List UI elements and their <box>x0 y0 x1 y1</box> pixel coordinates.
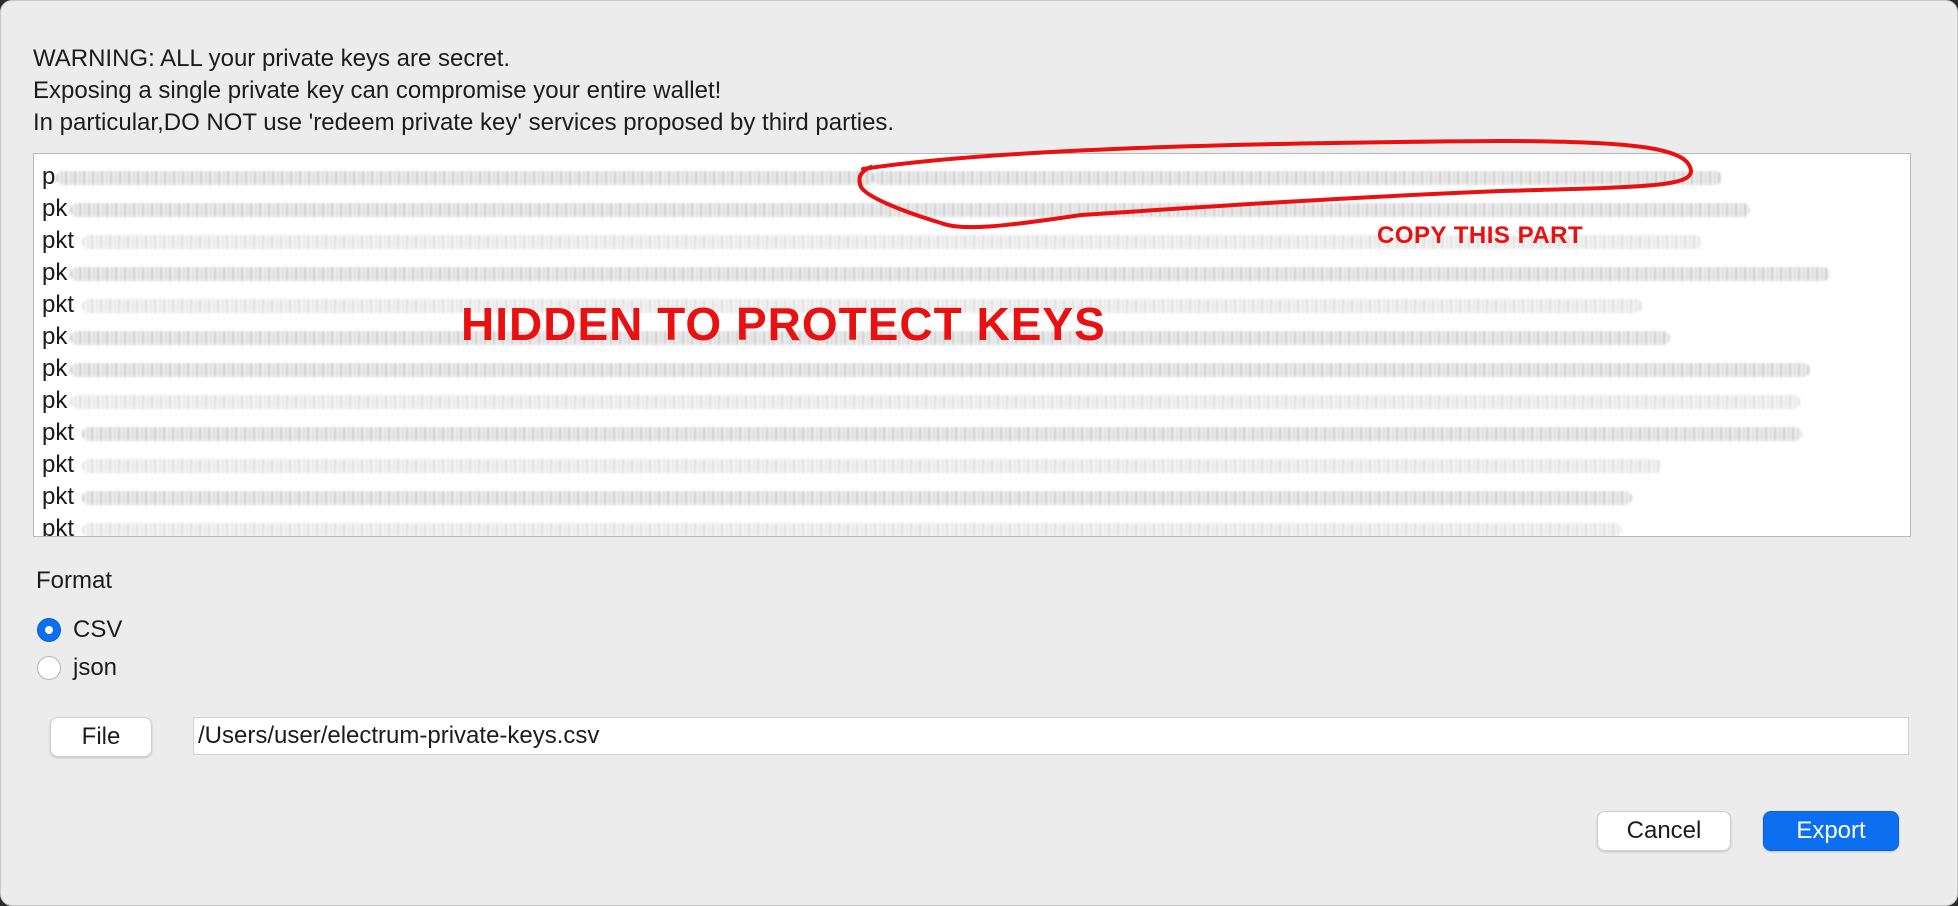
key-line: pk <box>42 355 1810 385</box>
key-line: p <box>42 163 1722 193</box>
file-path-field[interactable]: /Users/user/electrum-private-keys.csv <box>193 717 1909 755</box>
format-option-json[interactable]: json <box>37 653 117 683</box>
key-line: pkt <box>42 227 1702 257</box>
key-line: pk <box>42 259 1830 289</box>
key-line: pk <box>42 195 1750 225</box>
copy-part-annotation: COPY THIS PART <box>1377 222 1584 249</box>
key-line: pkt <box>42 483 1632 513</box>
warning-line-1: WARNING: ALL your private keys are secre… <box>33 45 511 72</box>
format-option-label: CSV <box>73 616 123 643</box>
hidden-keys-annotation: HIDDEN TO PROTECT KEYS <box>461 298 1106 350</box>
warning-line-3: In particular,DO NOT use 'redeem private… <box>33 109 895 136</box>
warning-line-2: Exposing a single private key can compro… <box>33 77 722 104</box>
format-label: Format <box>36 567 113 594</box>
format-option-csv[interactable]: CSV <box>37 615 122 645</box>
export-button[interactable]: Export <box>1763 811 1899 851</box>
format-option-label: json <box>73 654 118 681</box>
radio-selected-icon[interactable] <box>37 618 61 642</box>
key-line: pkt <box>42 291 1642 321</box>
key-line: pk <box>42 387 1800 417</box>
file-button[interactable]: File <box>50 717 152 757</box>
key-line: pk <box>42 323 1670 353</box>
warning-text: WARNING: ALL your private keys are secre… <box>33 43 894 139</box>
key-line: pkt <box>42 515 1622 536</box>
export-private-keys-dialog: WARNING: ALL your private keys are secre… <box>0 0 1958 906</box>
cancel-button[interactable]: Cancel <box>1597 811 1731 851</box>
key-line: pkt <box>42 419 1802 449</box>
key-line: pkt <box>42 451 1662 481</box>
radio-unselected-icon[interactable] <box>37 656 61 680</box>
